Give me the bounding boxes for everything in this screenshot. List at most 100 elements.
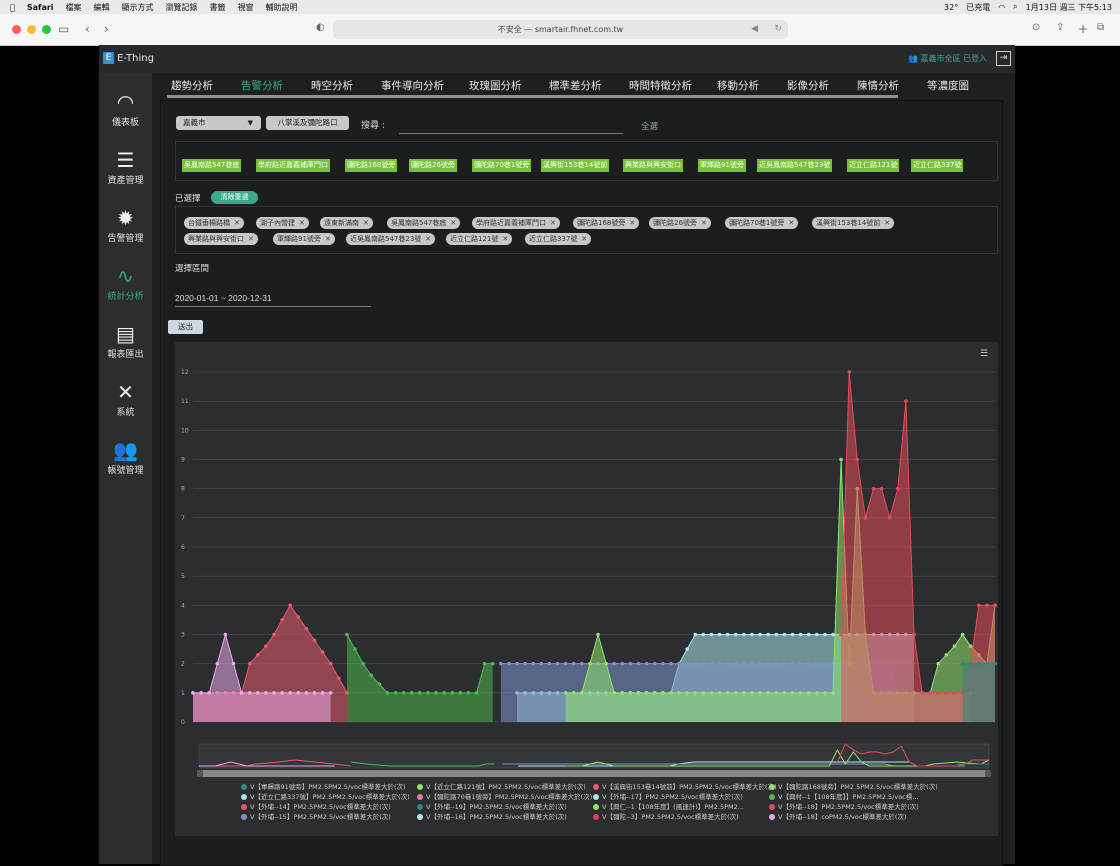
remove-tag-icon[interactable]: ✕ — [502, 235, 508, 243]
select-all-link[interactable]: 全選 — [641, 120, 658, 132]
selected-tag[interactable]: 彌陀路26號旁 ✕ — [649, 217, 711, 229]
selected-tag[interactable]: 彌陀路70巷1號旁 ✕ — [725, 217, 799, 229]
user-status[interactable]: 👥 嘉義市全區 已登入 — [908, 53, 987, 64]
available-tag[interactable]: 近吳鳳南路547巷23號 — [757, 159, 833, 172]
remove-tag-icon[interactable]: ✕ — [299, 219, 305, 227]
back-icon[interactable]: ‹ — [85, 22, 90, 36]
sidebar-item-dashboard[interactable]: ◠ 儀表板 — [99, 81, 152, 137]
selected-tag[interactable]: 學府路近嘉義補庫門口 ✕ — [472, 217, 560, 229]
remove-tag-icon[interactable]: ✕ — [425, 235, 431, 243]
legend-item[interactable]: V【外埔--16】PM2.5PM2.5/voc標準差大於(次) — [417, 813, 567, 822]
submit-button[interactable]: 送出 — [168, 320, 203, 334]
legend-item[interactable]: V【興仁--1【108年度】(風速計)】PM2.5PM2... — [593, 803, 744, 812]
reload-icon[interactable]: ↻ — [774, 20, 782, 39]
remove-tag-icon[interactable]: ✕ — [701, 219, 707, 227]
legend-item[interactable]: V【近立仁路337號】PM2.5PM2.5/voc標準差大於(次) — [241, 793, 410, 802]
city-select[interactable]: 嘉義市 ▼ — [176, 116, 261, 130]
selected-tag[interactable]: 軍輝路91號旁 ✕ — [273, 233, 335, 245]
selected-tag[interactable]: 湖子內營建 ✕ — [256, 217, 309, 229]
available-tag[interactable]: 彌陀路168號旁 — [345, 159, 398, 172]
legend-item[interactable]: V【溪興街153巷14號前】PM2.5PM2.5/voc標準差大於(次) — [593, 783, 777, 792]
tab-isopleth[interactable]: 等濃度圖 — [923, 78, 993, 98]
available-tag[interactable]: 彌陀路26號旁 — [409, 159, 457, 172]
available-tag[interactable]: 興業路與興安街口 — [623, 159, 683, 172]
legend-item[interactable]: V【外埔--18】coPM2.5/voc標準差大於(次) — [769, 813, 906, 822]
temperature-status[interactable]: 32° — [944, 3, 958, 12]
selected-tag[interactable]: 吳鳳南路547巷底 ✕ — [387, 217, 461, 229]
remove-tag-icon[interactable]: ✕ — [363, 219, 369, 227]
sidebar-item-statistics[interactable]: ∿ 統計分析 — [99, 255, 152, 311]
available-tag[interactable]: 軍輝路91號旁 — [698, 159, 746, 172]
legend-item[interactable]: V【興村--1【108年度】】PM2.5PM2.5/voc標... — [769, 793, 918, 802]
wifi-icon[interactable]: ◠ — [998, 3, 1005, 12]
available-tag[interactable]: 溪興街153巷14號前 — [541, 159, 610, 172]
legend-item[interactable]: V【彌陀路168號旁】PM2.5PM2.5/voc標準差大於(次) — [769, 783, 938, 792]
selected-tag[interactable]: 彌陀路168號旁 ✕ — [573, 217, 640, 229]
logout-icon[interactable]: ⇥ — [996, 51, 1011, 66]
close-window-button[interactable] — [12, 25, 21, 34]
date-range-input[interactable] — [175, 290, 371, 307]
menu-item-edit[interactable]: 編輯 — [94, 2, 110, 13]
available-tag[interactable]: 近立仁路121號 — [847, 159, 900, 172]
search-input[interactable] — [399, 117, 623, 134]
forward-icon[interactable]: › — [104, 22, 109, 36]
brand-logo[interactable]: E E-Thing — [103, 52, 154, 64]
share-icon[interactable]: ⇪ — [1056, 22, 1064, 33]
selected-tag[interactable]: 溪興街153巷14號前 ✕ — [812, 217, 895, 229]
selected-tag[interactable]: 台鐵垂楊路橋 ✕ — [184, 217, 244, 229]
menu-item-help[interactable]: 輔助說明 — [266, 2, 298, 13]
remove-tag-icon[interactable]: ✕ — [248, 235, 254, 243]
clear-selection-button[interactable]: 清除重選 — [211, 191, 258, 204]
search-icon[interactable]: ⌕ — [1013, 2, 1017, 12]
menu-item-file[interactable]: 檔案 — [66, 2, 82, 13]
legend-item[interactable]: V【外埔--18】PM2.5PM2.5/voc標準差大於(次) — [769, 803, 919, 812]
selected-tag[interactable]: 遠東新滿南 ✕ — [320, 217, 373, 229]
battery-status[interactable]: 已充電 — [966, 2, 990, 13]
legend-item[interactable]: V【彌陀路70巷1號旁】PM2.5PM2.5/voc標準差大於(次) — [417, 793, 592, 802]
remove-tag-icon[interactable]: ✕ — [450, 219, 456, 227]
selected-tag[interactable]: 近立仁路121號 ✕ — [446, 233, 513, 245]
legend-item[interactable]: V【彌陀--3】PM2.5PM2.5/voc標準差大於(次) — [593, 813, 739, 822]
sidebar-item-assets[interactable]: ☰ 資產管理 — [99, 139, 152, 195]
minimize-window-button[interactable] — [27, 25, 36, 34]
available-tag[interactable]: 近立仁路337號 — [911, 159, 964, 172]
legend-item[interactable]: V【近立仁路121號】PM2.5PM2.5/voc標準差大於(次) — [417, 783, 586, 792]
clock[interactable]: 1月13日 週三 下午5:13 — [1026, 2, 1112, 13]
remove-tag-icon[interactable]: ✕ — [581, 235, 587, 243]
selected-tag[interactable]: 近吳鳳南路547巷23號 ✕ — [346, 233, 436, 245]
apple-icon[interactable]:  — [10, 3, 15, 12]
menu-item-window[interactable]: 視窗 — [238, 2, 254, 13]
remove-tag-icon[interactable]: ✕ — [234, 219, 240, 227]
menu-item-bookmarks[interactable]: 書籤 — [210, 2, 226, 13]
remove-tag-icon[interactable]: ✕ — [788, 219, 794, 227]
area-button[interactable]: 八掌溪及彌陀路口 — [266, 116, 349, 130]
address-bar[interactable]: 不安全 — smartair.fhnet.com.tw ◀ ↻ — [333, 20, 788, 39]
selected-tag[interactable]: 興業路與興安街口 ✕ — [184, 233, 258, 245]
sidebar-item-accounts[interactable]: 👥 帳號管理 — [99, 429, 152, 485]
sidebar-toggle-icon[interactable]: ▭ — [58, 22, 69, 36]
downloads-icon[interactable]: ⊙ — [1032, 22, 1040, 33]
legend-item[interactable]: V【外埔--15】PM2.5PM2.5/voc標準差大於(次) — [241, 813, 391, 822]
new-tab-icon[interactable]: + — [1078, 22, 1088, 36]
available-tag[interactable]: 學府路近嘉義補庫門口 — [256, 159, 330, 172]
available-tag[interactable]: 彌陀路70巷1號旁 — [472, 159, 532, 172]
remove-tag-icon[interactable]: ✕ — [325, 235, 331, 243]
remove-tag-icon[interactable]: ✕ — [884, 219, 890, 227]
chart-menu-icon[interactable]: ☰ — [980, 350, 991, 359]
legend-item[interactable]: V【外埔--14】PM2.5PM2.5/voc標準差大於(次) — [241, 803, 391, 812]
remove-tag-icon[interactable]: ✕ — [629, 219, 635, 227]
zoom-window-button[interactable] — [42, 25, 51, 34]
tab-overview-icon[interactable]: ⧉ — [1097, 22, 1104, 33]
sidebar-item-alerts[interactable]: ✹ 告警管理 — [99, 197, 152, 253]
legend-item[interactable]: V【外埔--17】PM2.5PM2.5/voc標準差大於(次) — [593, 793, 743, 802]
legend-item[interactable]: V【外埔--19】PM2.5PM2.5/voc標準差大於(次) — [417, 803, 567, 812]
privacy-shield-icon[interactable]: ◐ — [316, 22, 325, 33]
menu-app-name[interactable]: Safari — [27, 3, 54, 12]
available-tag[interactable]: 吳鳳南路547巷底 — [182, 159, 242, 172]
remove-tag-icon[interactable]: ✕ — [550, 219, 556, 227]
sidebar-item-system[interactable]: ✕ 系統 — [99, 371, 152, 427]
audio-icon[interactable]: ◀ — [751, 20, 758, 39]
selected-tag[interactable]: 近立仁路337號 ✕ — [525, 233, 592, 245]
menu-item-history[interactable]: 瀏覽記錄 — [166, 2, 198, 13]
legend-item[interactable]: V【軍輝路91號旁】PM2.5PM2.5/voc標準差大於(次) — [241, 783, 406, 792]
